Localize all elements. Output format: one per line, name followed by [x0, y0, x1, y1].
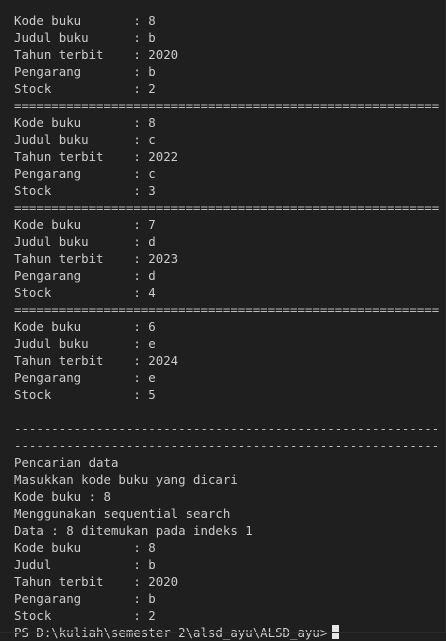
output-line: Judul : b	[14, 557, 156, 572]
output-line: Data : 8 ditemukan pada indeks 1	[14, 523, 253, 538]
output-line: Pengarang : b	[14, 64, 156, 79]
separator-line: ----------------------------------------…	[14, 438, 440, 453]
separator-line: ========================================…	[14, 98, 440, 113]
output-line: Tahun terbit : 2023	[14, 251, 179, 266]
output-line: Kode buku : 8	[14, 13, 156, 28]
output-line: Pencarian data	[14, 455, 119, 470]
output-line: Kode buku : 8	[14, 540, 156, 555]
output-line: Pengarang : c	[14, 166, 156, 181]
output-line: Stock : 4	[14, 285, 156, 300]
output-line: Kode buku : 6	[14, 319, 156, 334]
output-line: Pengarang : e	[14, 370, 156, 385]
output-line: Pengarang : b	[14, 591, 156, 606]
output-line: Judul buku : b	[14, 30, 156, 45]
output-line: Menggunakan sequential search	[14, 506, 231, 521]
separator-line: ========================================…	[14, 302, 440, 317]
terminal-panel[interactable]: Kode buku : 8 Judul buku : b Tahun terbi…	[0, 0, 446, 640]
output-line: Stock : 3	[14, 183, 156, 198]
output-line: Stock : 5	[14, 387, 156, 402]
output-line: Pengarang : d	[14, 268, 156, 283]
output-line: Kode buku : 7	[14, 217, 156, 232]
output-line: Kode buku : 8	[14, 115, 156, 130]
output-line: Stock : 2	[14, 81, 156, 96]
output-line: Judul buku : e	[14, 336, 156, 351]
output-line: Masukkan kode buku yang dicari	[14, 472, 238, 487]
output-line: Judul buku : d	[14, 234, 156, 249]
output-line: Stock : 2	[14, 608, 156, 623]
output-line: Tahun terbit : 2020	[14, 47, 179, 62]
output-line: Tahun terbit : 2020	[14, 574, 179, 589]
output-line: Tahun terbit : 2022	[14, 149, 179, 164]
separator-line: ----------------------------------------…	[14, 421, 440, 436]
output-line: Tahun terbit : 2024	[14, 353, 179, 368]
output-line: Kode buku : 8	[14, 489, 111, 504]
terminal-output: Kode buku : 8 Judul buku : b Tahun terbi…	[14, 12, 439, 641]
output-line: Judul buku : c	[14, 132, 156, 147]
separator-line: ========================================…	[14, 200, 440, 215]
